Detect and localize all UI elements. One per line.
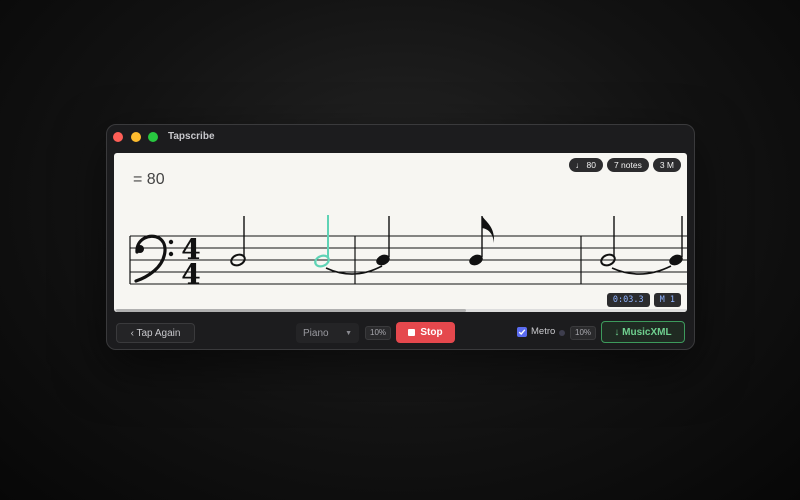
measure-count-badge: 3 M	[652, 158, 681, 172]
stop-label: Stop	[420, 327, 443, 338]
export-musicxml-button[interactable]: ↓ MusicXML	[601, 321, 685, 343]
score-scrollbar[interactable]	[114, 309, 687, 312]
stop-icon	[408, 329, 416, 336]
metronome-label: Metro	[531, 326, 556, 337]
metronome-beat-indicator	[559, 330, 565, 336]
metronome-checkbox[interactable]	[517, 326, 527, 337]
stop-button[interactable]: Stop	[396, 322, 455, 343]
time-signature-bottom: 4	[181, 258, 200, 291]
tie	[611, 265, 672, 275]
tie	[325, 265, 383, 275]
note-quarter[interactable]	[375, 216, 392, 267]
staff-notation: 4 4	[129, 215, 687, 291]
app-window: Tapscribe 4 4 = 80 ♩ 80 7 notes 3 M 0:03…	[106, 124, 695, 350]
minimize-window-button[interactable]	[131, 132, 141, 142]
tempo-badge: ♩ 80	[568, 158, 603, 172]
score-info-badges: ♩ 80 7 notes 3 M	[568, 158, 681, 172]
instrument-select[interactable]: Piano ▼	[296, 323, 359, 343]
bass-clef-icon	[134, 234, 174, 283]
metronome-toggle[interactable]: Metro	[517, 326, 555, 337]
title-bar: Tapscribe	[107, 125, 694, 149]
tempo-marking: = 80	[133, 171, 165, 188]
bottom-toolbar: ‹ Tap Again Piano ▼ 10% Stop Metro 10% ↓…	[107, 317, 694, 349]
score-scrollbar-thumb[interactable]	[116, 309, 466, 312]
staff-lines	[130, 235, 687, 285]
metronome-volume[interactable]: 10%	[570, 326, 597, 340]
measure-readout: M 1	[653, 293, 681, 307]
playback-position: 0:03.3 M 1	[606, 293, 681, 307]
close-window-button[interactable]	[113, 132, 123, 142]
note-quarter[interactable]	[668, 216, 685, 267]
score-view[interactable]: 4 4 = 80 ♩ 80 7 notes 3 M 0:03.3 M 1	[114, 153, 687, 312]
instrument-volume[interactable]: 10%	[365, 326, 392, 340]
check-icon	[518, 328, 526, 335]
chevron-down-icon: ▼	[345, 329, 352, 337]
tap-again-button[interactable]: ‹ Tap Again	[116, 323, 195, 343]
instrument-value: Piano	[303, 327, 329, 339]
maximize-window-button[interactable]	[148, 132, 158, 142]
note-count-badge: 7 notes	[606, 158, 649, 172]
window-title: Tapscribe	[168, 131, 215, 142]
time-readout: 0:03.3	[606, 293, 650, 307]
